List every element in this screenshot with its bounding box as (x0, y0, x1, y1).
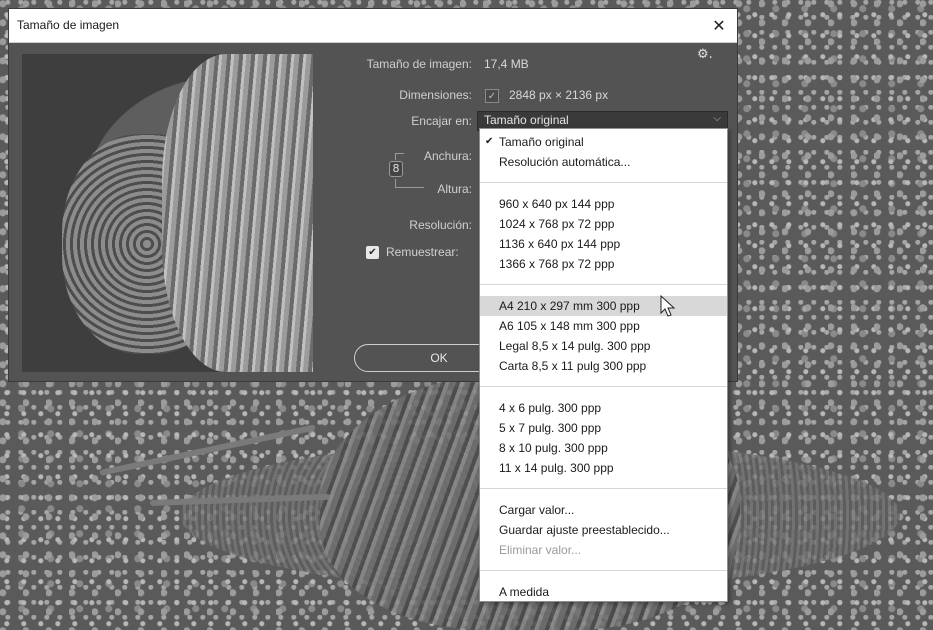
link-icon[interactable]: 8 (389, 161, 403, 177)
close-icon[interactable]: ✕ (701, 9, 737, 42)
dimensions-label: Dimensiones: (399, 88, 472, 102)
dropdown-item[interactable]: Guardar ajuste preestablecido... (480, 520, 727, 540)
link-bracket-bottom (395, 179, 424, 188)
image-size-label: Tamaño de imagen: (366, 57, 472, 71)
dropdown-separator (480, 284, 727, 285)
dropdown-item[interactable]: 5 x 7 pulg. 300 ppp (480, 418, 727, 438)
dropdown-item[interactable]: Legal 8,5 x 14 pulg. 300 ppp (480, 336, 727, 356)
dialog-title: Tamaño de imagen (17, 18, 120, 32)
dropdown-item[interactable]: 1136 x 640 px 144 ppp (480, 234, 727, 254)
dimensions-toggle[interactable]: ✓ (485, 89, 499, 103)
dropdown-item: Eliminar valor... (499, 543, 582, 557)
dropdown-item[interactable]: A6 105 x 148 mm 300 ppp (480, 316, 727, 336)
image-size-value: 17,4 MB (484, 57, 529, 71)
title-bar: Tamaño de imagen ✕ (9, 9, 737, 43)
resolution-label: Resolución: (409, 218, 472, 232)
dropdown-separator (480, 488, 727, 489)
dimensions-value: 2848 px × 2136 px (509, 88, 609, 102)
dropdown-item[interactable]: 960 x 640 px 144 ppp (480, 194, 727, 214)
dropdown-item[interactable]: 8 x 10 pulg. 300 ppp (480, 438, 727, 458)
dropdown-item[interactable]: Cargar valor... (480, 500, 727, 520)
chevron-down-icon: ⌵ (713, 113, 721, 124)
dropdown-item[interactable]: Resolución automática... (480, 152, 727, 172)
gear-icon[interactable]: ⚙. (697, 47, 713, 62)
dropdown-item[interactable]: 1366 x 768 px 72 ppp (480, 254, 727, 274)
mouse-cursor-icon (660, 295, 676, 317)
preview-snail-shell (162, 54, 313, 372)
dropdown-separator (480, 182, 727, 183)
fit-to-selected-value: Tamaño original (484, 113, 569, 127)
dropdown-item[interactable]: 1024 x 768 px 72 ppp (480, 214, 727, 234)
resample-label: Remuestrear: (386, 245, 459, 259)
dropdown-separator (480, 570, 727, 571)
dropdown-item[interactable]: 11 x 14 pulg. 300 ppp (480, 458, 727, 478)
dropdown-separator (480, 386, 727, 387)
dropdown-item[interactable]: Carta 8,5 x 11 pulg 300 ppp (480, 356, 727, 376)
dropdown-item[interactable]: A medida (480, 582, 727, 602)
link-bracket-top (395, 153, 404, 160)
dropdown-item[interactable]: 4 x 6 pulg. 300 ppp (480, 398, 727, 418)
dropdown-item[interactable]: A4 210 x 297 mm 300 ppp (480, 296, 727, 316)
image-preview[interactable] (22, 54, 313, 372)
width-label: Anchura: (423, 149, 472, 163)
dropdown-item[interactable]: Tamaño original (480, 132, 727, 152)
fit-to-label: Encajar en: (411, 114, 472, 128)
fit-to-dropdown-menu: Tamaño originalResolución automática... 9… (479, 128, 728, 602)
resample-checkbox[interactable]: ✔ (366, 246, 379, 259)
